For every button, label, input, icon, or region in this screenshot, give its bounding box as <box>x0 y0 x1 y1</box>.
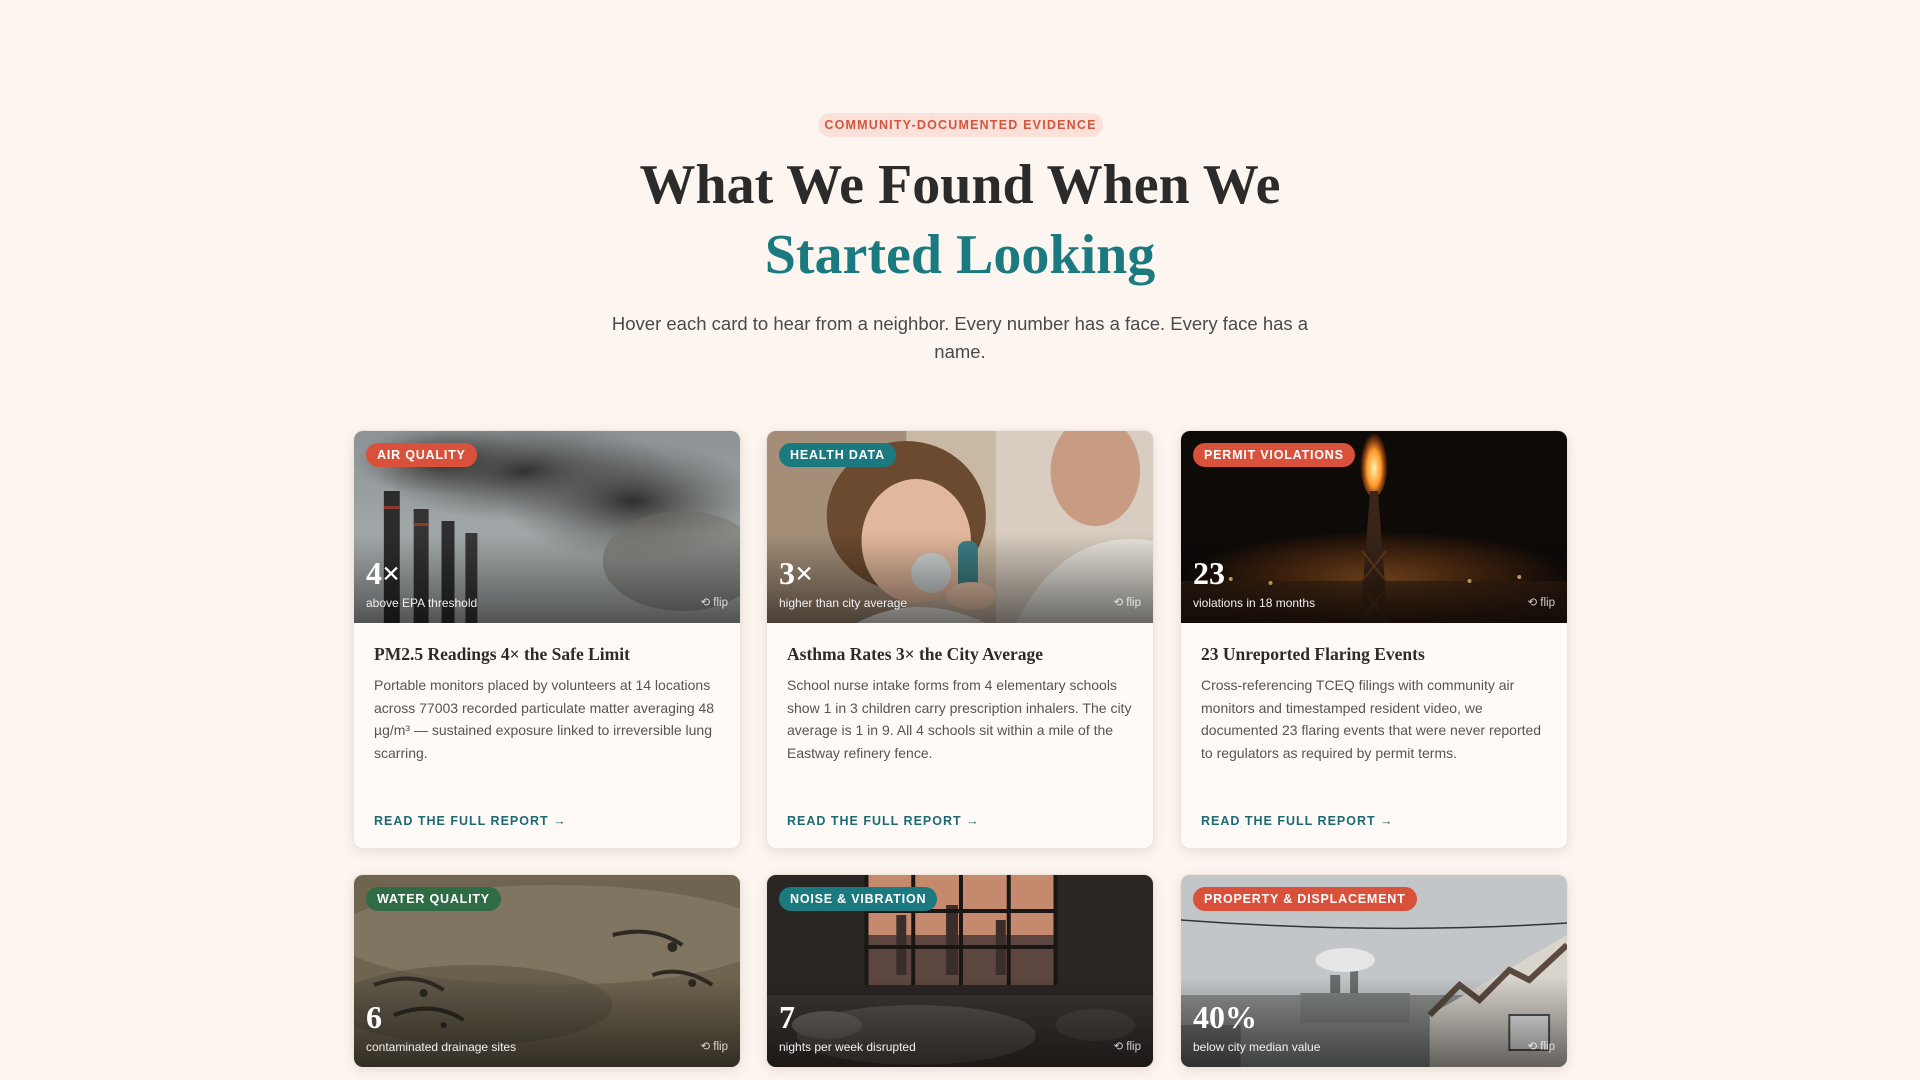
evidence-card-water-quality[interactable]: WATER QUALITY 6 contaminated drainage si… <box>353 874 741 1068</box>
card-image: NOISE & VIBRATION 7 nights per week disr… <box>767 875 1153 1067</box>
flip-icon: ⟲ <box>700 1041 714 1053</box>
card-body: 23 Unreported Flaring Events Cross-refer… <box>1181 623 1567 848</box>
stat-label: nights per week disrupted <box>779 1040 916 1054</box>
card-image: HEALTH DATA 3× higher than city average … <box>767 431 1153 623</box>
flip-icon: ⟲ <box>1527 597 1541 609</box>
card-body: Asthma Rates 3× the City Average School … <box>767 623 1153 848</box>
card-description: Cross-referencing TCEQ filings with comm… <box>1201 677 1542 761</box>
card-image: WATER QUALITY 6 contaminated drainage si… <box>354 875 740 1067</box>
evidence-card-health-data[interactable]: HEALTH DATA 3× higher than city average … <box>766 430 1154 849</box>
flip-icon: ⟲ <box>1527 1041 1541 1053</box>
category-badge: PERMIT VIOLATIONS <box>1193 443 1355 467</box>
stat-label: contaminated drainage sites <box>366 1040 517 1054</box>
card-image: AIR QUALITY 4× above EPA threshold ⟲ fli… <box>354 431 740 623</box>
category-badge: PROPERTY & DISPLACEMENT <box>1193 887 1417 911</box>
stat-value: 23 <box>1193 555 1225 591</box>
title-line-1: What We Found When We <box>639 154 1281 216</box>
title-line-2-accent: Started Looking <box>764 224 1156 286</box>
evidence-card-air-quality[interactable]: AIR QUALITY 4× above EPA threshold ⟲ fli… <box>353 430 741 849</box>
card-body: PM2.5 Readings 4× the Safe Limit Portabl… <box>354 623 740 848</box>
stat-label: below city median value <box>1193 1040 1321 1054</box>
card-image: PROPERTY & DISPLACEMENT 40% below city m… <box>1181 875 1567 1067</box>
flip-hint[interactable]: ⟲ flip <box>1113 596 1141 610</box>
flip-hint[interactable]: ⟲ flip <box>1527 1040 1555 1054</box>
stat-value: 7 <box>779 999 795 1035</box>
flip-hint[interactable]: ⟲ flip <box>1527 596 1555 610</box>
stat-value: 3× <box>779 555 814 591</box>
card-image: PERMIT VIOLATIONS 23 violations in 18 mo… <box>1181 431 1567 623</box>
card-title: PM2.5 Readings 4× the Safe Limit <box>374 644 630 664</box>
flip-icon: ⟲ <box>700 597 714 609</box>
section-subtitle: Hover each card to hear from a neighbor.… <box>611 313 1309 362</box>
category-badge: WATER QUALITY <box>366 887 501 911</box>
flip-hint[interactable]: ⟲ flip <box>700 1040 728 1054</box>
flip-hint[interactable]: ⟲ flip <box>700 596 728 610</box>
category-badge: NOISE & VIBRATION <box>779 887 938 911</box>
flip-icon: ⟲ <box>1113 597 1127 609</box>
read-full-report-link[interactable]: READ THE FULL REPORT → <box>374 814 567 828</box>
section-title: What We Found When We Started Looking <box>460 150 1460 290</box>
evidence-card-permit-violations[interactable]: PERMIT VIOLATIONS 23 violations in 18 mo… <box>1180 430 1568 849</box>
category-badge: AIR QUALITY <box>366 443 477 467</box>
stat-value: 40% <box>1193 999 1257 1035</box>
card-description: School nurse intake forms from 4 element… <box>787 677 1132 761</box>
category-badge: HEALTH DATA <box>779 443 896 467</box>
stat-value: 4× <box>366 555 401 591</box>
stat-label: violations in 18 months <box>1193 596 1316 610</box>
evidence-card-noise-vibration[interactable]: NOISE & VIBRATION 7 nights per week disr… <box>766 874 1154 1068</box>
read-full-report-link[interactable]: READ THE FULL REPORT → <box>1201 814 1394 828</box>
flip-hint[interactable]: ⟲ flip <box>1113 1040 1141 1054</box>
card-title: 23 Unreported Flaring Events <box>1201 644 1425 664</box>
stat-label: above EPA threshold <box>366 596 478 610</box>
card-title: Asthma Rates 3× the City Average <box>787 644 1044 664</box>
stat-value: 6 <box>366 999 382 1035</box>
card-description: Portable monitors placed by volunteers a… <box>374 677 715 761</box>
flip-icon: ⟲ <box>1113 1041 1127 1053</box>
section-eyebrow-badge: COMMUNITY-DOCUMENTED EVIDENCE <box>818 113 1103 137</box>
evidence-card-property-displacement[interactable]: PROPERTY & DISPLACEMENT 40% below city m… <box>1180 874 1568 1068</box>
read-full-report-link[interactable]: READ THE FULL REPORT → <box>787 814 980 828</box>
stat-label: higher than city average <box>779 596 908 610</box>
